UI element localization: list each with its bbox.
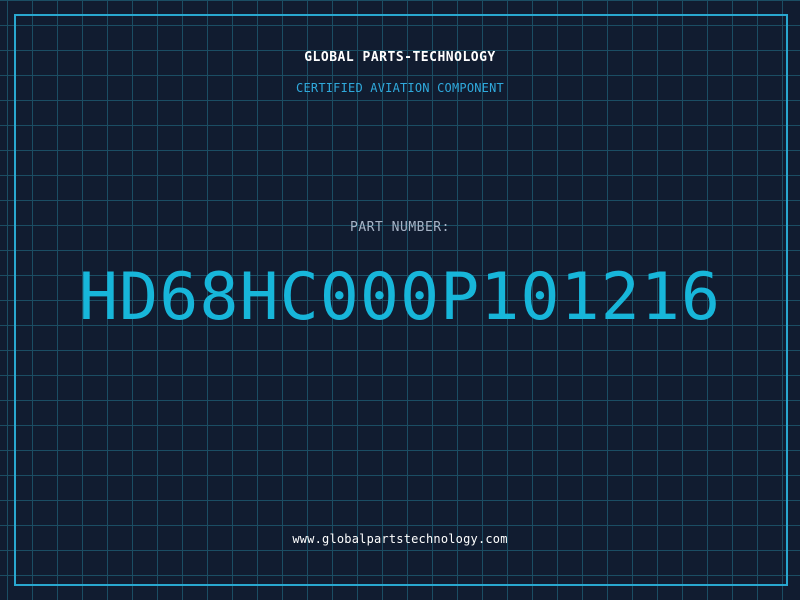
part-number-value: HD68HC000P101216 (78, 260, 722, 335)
company-name: GLOBAL PARTS-TECHNOLOGY (304, 50, 496, 65)
website-url: www.globalpartstechnology.com (292, 532, 508, 546)
certification-subtitle: CERTIFIED AVIATION COMPONENT (296, 81, 504, 95)
part-number-label: PART NUMBER: (350, 220, 450, 235)
